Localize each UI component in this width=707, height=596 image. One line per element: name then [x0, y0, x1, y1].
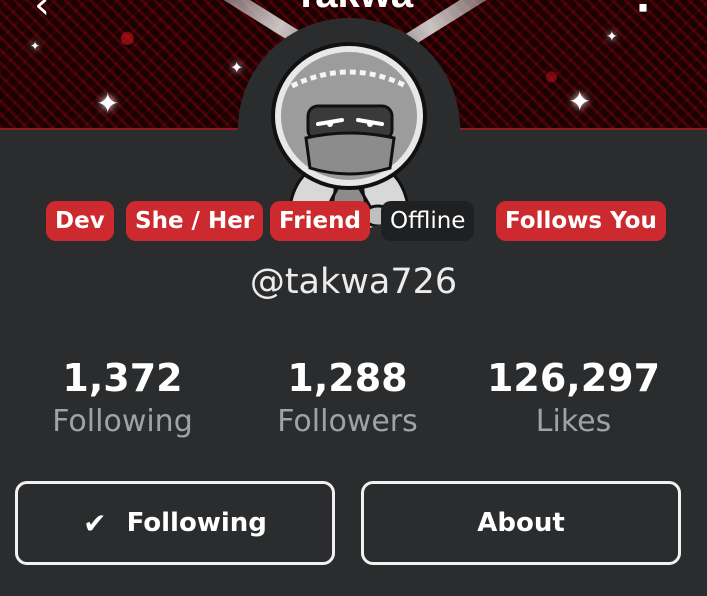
- sparkle-icon: ✦: [96, 87, 120, 120]
- sparkle-icon: ✦: [606, 29, 618, 45]
- stat-label: Following: [52, 404, 193, 439]
- more-vertical-icon[interactable]: ⋮: [623, 0, 663, 20]
- sparkle-icon: ✦: [568, 85, 592, 118]
- stat-likes[interactable]: 126,297 Likes: [456, 356, 691, 439]
- about-button-label: About: [477, 508, 565, 538]
- stat-value: 126,297: [486, 356, 661, 400]
- stat-value: 1,288: [287, 356, 408, 400]
- check-icon: ✔: [83, 506, 107, 540]
- about-button[interactable]: About: [361, 481, 681, 565]
- tag-offline-status: Offline: [381, 201, 475, 241]
- ninja-avatar-image: [248, 28, 450, 230]
- profile-handle: @takwa726: [249, 262, 458, 302]
- following-button-label: Following: [126, 508, 267, 538]
- following-button[interactable]: ✔ Following: [15, 481, 335, 565]
- tag-pronouns: She / Her: [126, 201, 264, 241]
- stat-followers[interactable]: 1,288 Followers: [230, 356, 465, 439]
- tag-friend: Friend: [270, 201, 370, 241]
- profile-title: • Takwa •: [0, 0, 707, 17]
- tag-dev: Dev: [46, 201, 114, 241]
- stat-value: 1,372: [62, 356, 183, 400]
- sparkle-icon: ✦: [230, 58, 244, 77]
- stat-label: Followers: [277, 404, 418, 439]
- tag-follows-you: Follows You: [496, 201, 666, 241]
- avatar[interactable]: [248, 28, 450, 230]
- profile-tags: Dev She / Her Friend Offline Follows You: [0, 201, 707, 241]
- stat-label: Likes: [535, 404, 612, 439]
- stat-following[interactable]: 1,372 Following: [5, 356, 240, 439]
- sparkle-icon: ✦: [30, 39, 41, 53]
